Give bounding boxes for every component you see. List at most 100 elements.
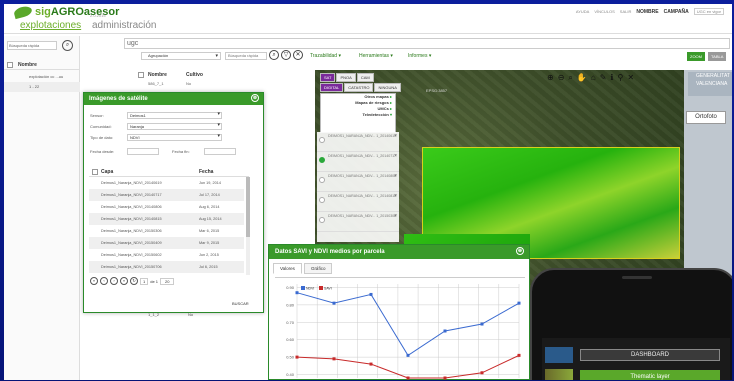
- table-row[interactable]: Deimos1_Naranja_NDVI_20140717 Jul 17, 201…: [89, 189, 244, 201]
- next-page-icon[interactable]: ›: [110, 277, 118, 285]
- dashboard-button[interactable]: DASHBOARD: [580, 349, 720, 361]
- sensor-select[interactable]: Deimos1: [127, 112, 222, 119]
- radio-icon[interactable]: [319, 217, 325, 223]
- data-type-select[interactable]: NDVI: [127, 134, 222, 141]
- link-ayuda[interactable]: AYUDA: [576, 9, 589, 14]
- close-icon[interactable]: ⊗: [251, 94, 259, 102]
- y-tick-label: 0.60: [286, 337, 295, 342]
- zoom-out-icon[interactable]: ⊖: [558, 73, 565, 83]
- layer-group-teledeteccion[interactable]: Teledetección ▾: [321, 112, 395, 118]
- filter-icon[interactable]: ▽: [281, 50, 291, 60]
- nav-explotaciones[interactable]: explotaciones: [20, 20, 81, 31]
- close-icon[interactable]: ⊕: [516, 247, 524, 255]
- binoculars-icon[interactable]: ⚲: [617, 73, 623, 83]
- page-size-select[interactable]: 20: [160, 277, 175, 285]
- date-to-input[interactable]: [204, 148, 236, 155]
- main-search-input[interactable]: ugc: [124, 38, 730, 49]
- sidebar-search-input[interactable]: Búsqueda rápida: [7, 41, 57, 50]
- tools-icon[interactable]: ✕: [627, 73, 634, 83]
- search-button[interactable]: BUSCAR: [232, 301, 249, 306]
- zoom-in-icon[interactable]: ⊕: [547, 73, 554, 83]
- data-point-savi: [406, 376, 410, 380]
- page-input[interactable]: 1: [140, 277, 149, 285]
- tab-grafico[interactable]: Gráfico: [303, 263, 333, 274]
- data-point-ndvi: [332, 301, 336, 305]
- sidebar-search-icon[interactable]: ⌕: [62, 40, 73, 51]
- tab-catastro[interactable]: CATASTRO: [344, 83, 374, 92]
- zoom-box-icon[interactable]: ⌕: [568, 73, 572, 83]
- tab-digital[interactable]: DIGITAL: [320, 83, 344, 92]
- layer-item[interactable]: × DEIMOS1_NARANJA_NDV... 1_20140815: [317, 192, 399, 212]
- series-line-ndvi: [296, 292, 520, 357]
- community-select[interactable]: Naranja: [127, 123, 222, 130]
- table-row[interactable]: Deimos1_Naranja_NDVI_20150409 Mar 9, 2015: [89, 237, 244, 249]
- nav-administracion[interactable]: administración: [92, 20, 156, 31]
- tab-sat[interactable]: SAT: [320, 73, 336, 82]
- group-select[interactable]: Agrupación: [141, 52, 221, 60]
- table-row[interactable]: Deimos1_Naranja_NDVI_20140806 Aug 6, 2014: [89, 201, 244, 213]
- link-salir[interactable]: SALIR: [620, 9, 632, 14]
- last-page-icon[interactable]: »: [120, 277, 128, 285]
- close-icon[interactable]: ×: [394, 213, 397, 219]
- radio-icon[interactable]: [319, 197, 325, 203]
- sidebar-row[interactable]: explotación cc ...uu: [4, 72, 80, 82]
- table-row[interactable]: Deimos1_Naranja_NDVI_20150706 Jul 6, 2015: [89, 261, 244, 273]
- layer-item[interactable]: × DEIMOS1_NARANJA_NDV... 1_20140717: [317, 152, 399, 172]
- legend-label: NDVI: [306, 287, 314, 291]
- campaign-select[interactable]: UGC en vigor: [693, 8, 724, 15]
- first-page-icon[interactable]: «: [90, 277, 98, 285]
- search-icon[interactable]: ⌕: [269, 50, 279, 60]
- data-point-savi: [517, 353, 521, 357]
- sidebar-row[interactable]: 1 - 22: [4, 82, 80, 92]
- parcel-row-name[interactable]: 586_7_1: [148, 81, 164, 86]
- table-row[interactable]: Deimos1_Naranja_NDVI_20150306 Mar 6, 2015: [89, 225, 244, 237]
- select-all-checkbox[interactable]: [7, 62, 13, 68]
- thematic-layer-icon: [545, 369, 573, 380]
- clear-filter-icon[interactable]: ✕: [293, 50, 303, 60]
- layer-item[interactable]: × DEIMOS1_NARANJA_NDV... 1_20150306: [317, 212, 399, 232]
- tab-valores[interactable]: Valores: [273, 263, 302, 274]
- close-icon[interactable]: ×: [394, 153, 397, 159]
- close-icon[interactable]: ×: [394, 133, 397, 139]
- quick-search-input[interactable]: Búsqueda rápida: [225, 52, 267, 60]
- link-vinculos[interactable]: VÍNCULOS: [594, 9, 614, 14]
- date-from-input[interactable]: [127, 148, 159, 155]
- table-button[interactable]: TABLA: [708, 52, 727, 61]
- pencil-icon[interactable]: ✎: [600, 73, 607, 83]
- layer-item[interactable]: × DEIMOS1_NARANJA_NDV... 1_20140806: [317, 172, 399, 192]
- tab-ninguna[interactable]: NINGUNA: [374, 83, 401, 92]
- table-row[interactable]: Deimos1_Naranja_NDVI_20150602 Jun 2, 2015: [89, 249, 244, 261]
- scrollbar-thumb[interactable]: [246, 177, 250, 237]
- version-label: 2.0.2015: [90, 13, 106, 18]
- tab-cam[interactable]: CAM: [356, 73, 374, 82]
- radio-icon[interactable]: [319, 137, 325, 143]
- field-label: Sensor:: [90, 113, 104, 118]
- y-tick-label: 0.40: [286, 372, 295, 377]
- tab-pnoa[interactable]: PNOA: [336, 73, 356, 82]
- menu-trazabilidad[interactable]: Trazabilidad: [310, 53, 341, 59]
- info-icon[interactable]: ℹ: [610, 73, 613, 83]
- ortofoto-button[interactable]: Ortofoto: [686, 111, 726, 124]
- menu-informes[interactable]: Informes: [408, 53, 431, 59]
- menu-herramientas[interactable]: Herramientas: [359, 53, 393, 59]
- close-icon[interactable]: ×: [394, 193, 397, 199]
- table-row[interactable]: Deimos1_Naranja_NDVI_20140815 Aug 15, 201…: [89, 213, 244, 225]
- zoom-button[interactable]: ZOOM: [687, 52, 705, 61]
- table-row[interactable]: Deimos1_Naranja_NDVI_20140619 Jun 19, 201…: [89, 177, 244, 189]
- select-all-checkbox[interactable]: [92, 169, 98, 175]
- parcel-select-all[interactable]: [138, 72, 144, 78]
- campaign-label: CAMPAÑA: [663, 8, 689, 15]
- app-window: sigAGROasesor 2.0.2015 explotaciones adm…: [4, 4, 732, 380]
- pan-hand-icon[interactable]: ✋: [577, 73, 587, 83]
- radio-icon[interactable]: [319, 177, 325, 183]
- refresh-icon[interactable]: ↻: [130, 277, 138, 285]
- data-point-savi: [332, 357, 336, 361]
- data-point-savi: [480, 371, 484, 375]
- home-icon[interactable]: ⌂: [591, 73, 596, 83]
- close-icon[interactable]: ×: [394, 173, 397, 179]
- prev-page-icon[interactable]: ‹: [100, 277, 108, 285]
- scrollbar[interactable]: [246, 177, 250, 275]
- thematic-layer-button[interactable]: Thematic layer: [580, 370, 720, 380]
- radio-icon[interactable]: [319, 157, 325, 163]
- layer-item[interactable]: × DEIMOS1_NARANJA_NDV... 1_20140619: [317, 132, 399, 152]
